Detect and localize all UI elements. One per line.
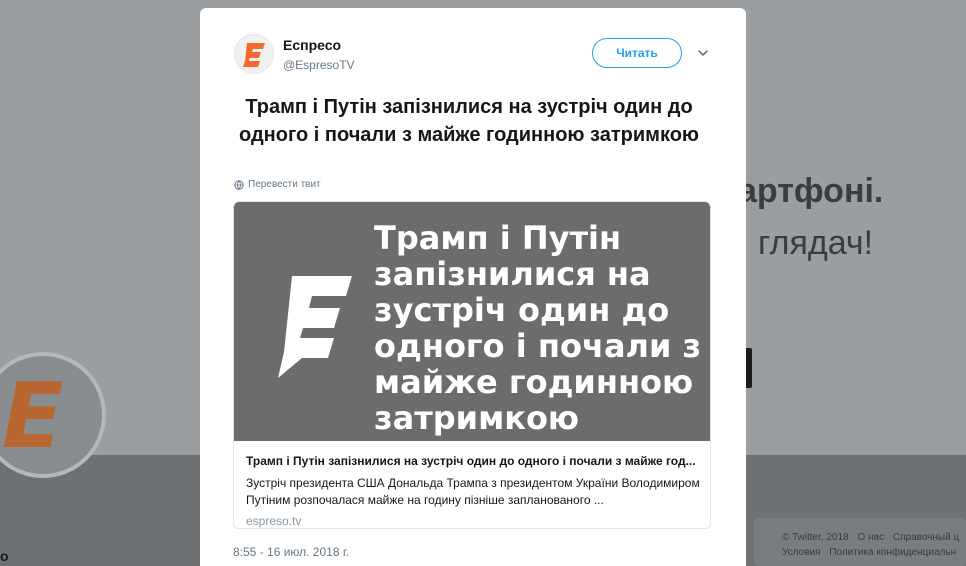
card-image[interactable]: Трамп і Путін запізнилися на зустріч оди… (234, 202, 710, 441)
footer-link-about: О нас (857, 532, 885, 543)
espreso-logo-icon (243, 43, 265, 67)
link-card[interactable]: Трамп і Путін запізнилися на зустріч оди… (233, 201, 711, 529)
card-body[interactable]: Трамп і Путін запізнилися на зустріч оди… (234, 441, 710, 528)
card-title: Трамп і Путін запізнилися на зустріч оди… (246, 454, 696, 468)
espreso-logo-icon: E (2, 364, 64, 469)
espreso-logo-icon (278, 276, 352, 378)
footer-link-privacy: Политика конфиденциальн (829, 547, 957, 558)
footer-row-2: Условия Политика конфиденциальн (782, 547, 962, 558)
globe-icon (234, 179, 244, 190)
card-image-headline: Трамп і Путін запізнилися на зустріч оди… (374, 219, 702, 437)
follow-button[interactable]: Читать (592, 38, 682, 68)
author-avatar[interactable] (234, 34, 274, 74)
background-profile-name: о (0, 548, 9, 564)
background-headline-2: глядач! (758, 224, 874, 262)
translate-link[interactable]: Перевести твит (234, 179, 321, 190)
footer-copyright: © Twitter, 2018 (782, 532, 849, 543)
chevron-down-icon[interactable] (696, 46, 710, 60)
tweet-text: Трамп і Путін запізнилися на зустріч оди… (239, 96, 699, 146)
tweet-modal: Еспресо @EspresoTV Читать Трамп і Путін … (200, 8, 746, 566)
footer-link-terms: Условия (782, 547, 821, 558)
background-headline-1: артфоні. (738, 172, 884, 210)
translate-label: Перевести твит (248, 179, 321, 190)
author-handle[interactable]: @EspresoTV (283, 58, 355, 72)
tweet-timestamp[interactable]: 8:55 - 16 июл. 2018 г. (233, 545, 349, 559)
author-name[interactable]: Еспресо (283, 37, 341, 53)
footer-link-help: Справочный ц (892, 532, 960, 543)
card-domain: espreso.tv (246, 514, 302, 528)
card-description: Зустріч президента США Дональда Трампа з… (246, 476, 700, 507)
footer-row-1: © Twitter, 2018 О нас Справочный ц (782, 532, 965, 543)
